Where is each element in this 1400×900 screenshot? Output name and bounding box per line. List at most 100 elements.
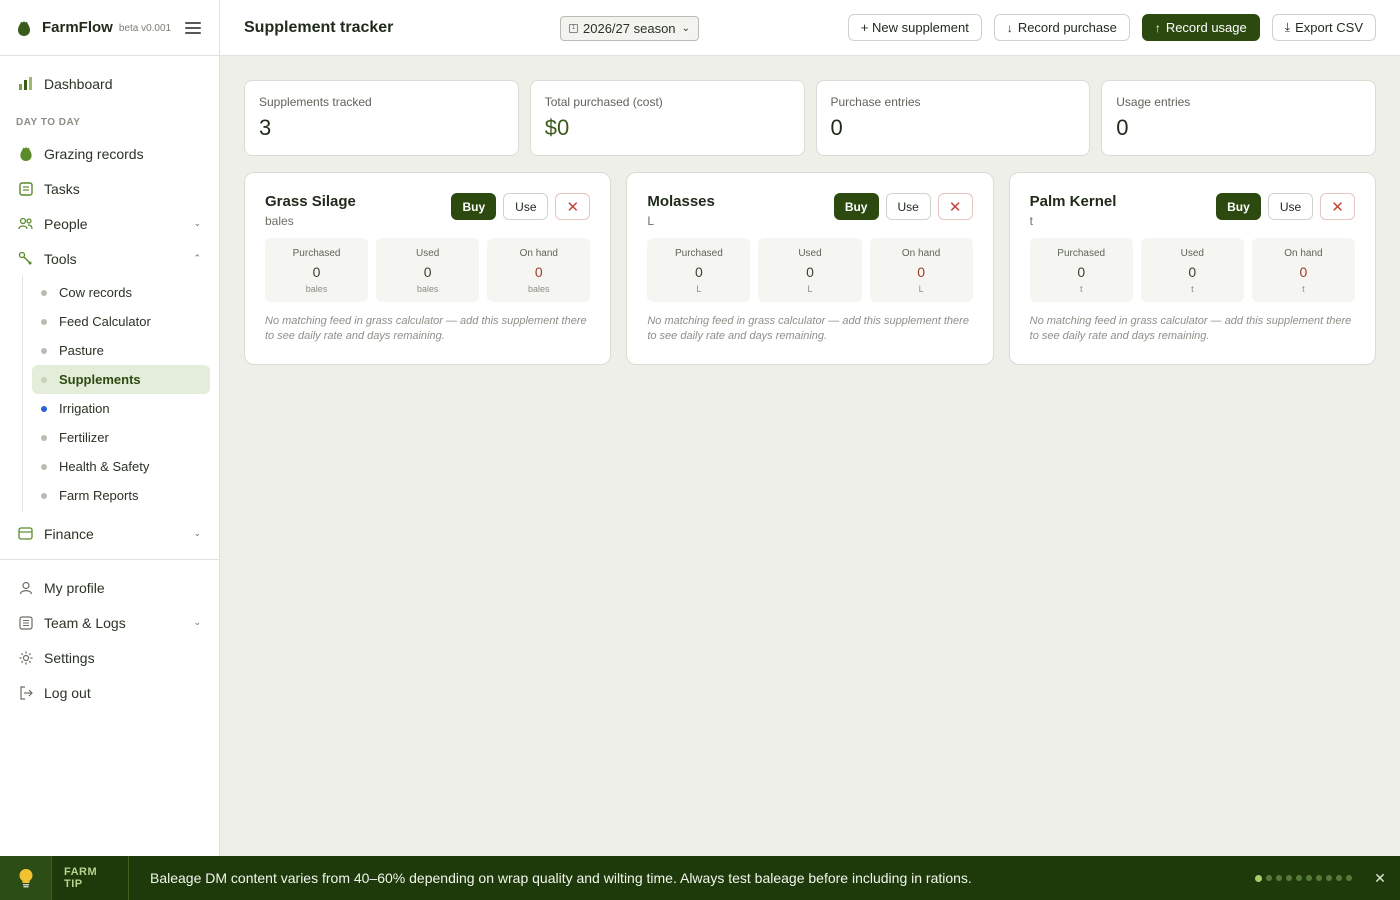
supplement-metrics: Purchased 0 L Used 0 L On hand 0 L — [647, 238, 973, 302]
buy-button[interactable]: Buy — [1215, 193, 1261, 220]
metric-on-hand: On hand 0 t — [1251, 238, 1355, 302]
logs-icon — [18, 615, 33, 630]
bullet-icon — [41, 463, 47, 470]
metric-on-hand: On hand 0 L — [869, 238, 973, 302]
buy-button[interactable]: Buy — [451, 193, 497, 220]
metric-used: Used 0 bales — [376, 238, 480, 302]
gear-icon — [18, 650, 33, 665]
sidebar-item-health-safety[interactable]: Health & Safety — [32, 452, 210, 481]
sidebar-item-label: Farm Reports — [59, 488, 139, 503]
metric-unit: L — [918, 284, 924, 294]
metric-value: 0 — [917, 264, 925, 280]
tip-dot[interactable] — [1296, 875, 1302, 881]
use-button[interactable]: Use — [885, 193, 931, 220]
metric-label: On hand — [519, 248, 558, 259]
sidebar-item-label: Tools — [44, 250, 77, 267]
sidebar-nav: Dashboard DAY TO DAY Grazing records Tas… — [0, 66, 219, 710]
stat-label: Supplements tracked — [259, 95, 372, 109]
sidebar-item-fertilizer[interactable]: Fertilizer — [32, 423, 210, 452]
tip-dot[interactable] — [1326, 875, 1332, 881]
sidebar-item-supplements[interactable]: Supplements — [32, 365, 210, 394]
metric-on-hand: On hand 0 bales — [487, 238, 591, 302]
sidebar-item-finance[interactable]: Finance ⌄ — [0, 516, 219, 551]
metric-unit: bales — [416, 284, 439, 294]
bullet-icon — [41, 405, 47, 412]
bullet-icon — [41, 434, 47, 441]
tasks-icon — [18, 181, 33, 196]
metric-unit: bales — [305, 284, 328, 294]
sidebar-item-cow-records[interactable]: Cow records — [32, 278, 210, 307]
sidebar-item-settings[interactable]: Settings — [0, 640, 219, 675]
sidebar-item-tasks[interactable]: Tasks — [0, 171, 219, 206]
tip-dot-active[interactable] — [1255, 874, 1262, 882]
bullet-icon — [41, 318, 47, 325]
tip-dot[interactable] — [1336, 875, 1342, 881]
tip-dot[interactable] — [1266, 875, 1272, 881]
delete-button[interactable]: ✕ — [1319, 193, 1355, 220]
sidebar-item-label: Dashboard — [44, 75, 113, 92]
chevron-down-icon: ⌄ — [681, 23, 690, 34]
sidebar-item-label: Finance — [44, 525, 94, 542]
people-icon — [18, 216, 33, 231]
metric-label: Used — [798, 248, 822, 259]
season-select[interactable]: 1 2026/27 season ⌄ — [560, 16, 699, 41]
use-button[interactable]: Use — [1267, 193, 1313, 220]
stat-total-purchased: Total purchased (cost) $0 — [529, 80, 805, 156]
sidebar-item-pasture[interactable]: Pasture — [32, 336, 210, 365]
tip-dot[interactable] — [1346, 875, 1352, 881]
menu-toggle-icon[interactable] — [185, 21, 201, 34]
record-purchase-button[interactable]: ↓ Record purchase — [993, 14, 1130, 41]
sidebar-item-profile[interactable]: My profile — [0, 570, 219, 605]
farmflow-logo-icon — [18, 19, 30, 36]
metric-purchased: Purchased 0 L — [647, 238, 751, 302]
sidebar-item-feed-calculator[interactable]: Feed Calculator — [32, 307, 210, 336]
sidebar-item-people[interactable]: People ⌄ — [0, 206, 219, 241]
bar-chart-icon — [18, 76, 33, 91]
card-actions: Buy Use ✕ — [1215, 193, 1355, 220]
supplement-card-molasses: Molasses L Buy Use ✕ Purchased 0 L Used … — [626, 172, 994, 365]
stat-label: Purchase entries — [830, 95, 921, 109]
metric-unit: L — [807, 284, 813, 294]
sidebar-item-logout[interactable]: Log out — [0, 675, 219, 710]
delete-button[interactable]: ✕ — [937, 193, 973, 220]
sidebar-item-grazing[interactable]: Grazing records — [0, 136, 219, 171]
tip-dot[interactable] — [1306, 875, 1312, 881]
tip-dot[interactable] — [1276, 875, 1282, 881]
sidebar-item-label: People — [44, 215, 88, 232]
sidebar-item-label: Log out — [44, 684, 91, 701]
sidebar-item-label: My profile — [44, 579, 105, 596]
brand-header: FarmFlow beta v0.001 — [0, 0, 219, 56]
tip-dot[interactable] — [1316, 875, 1322, 881]
sidebar-item-label: Fertilizer — [59, 430, 109, 445]
close-icon[interactable]: ✕ — [1360, 870, 1400, 887]
metric-unit: L — [696, 284, 702, 294]
metric-label: On hand — [1284, 248, 1323, 259]
sidebar-item-dashboard[interactable]: Dashboard — [0, 66, 219, 101]
chevron-down-icon: ⌄ — [193, 617, 201, 627]
delete-button[interactable]: ✕ — [555, 193, 591, 220]
tip-dot[interactable] — [1286, 875, 1292, 881]
record-usage-button[interactable]: ↑ Record usage — [1141, 14, 1260, 41]
supplement-card-grass-silage: Grass Silage bales Buy Use ✕ Purchased 0… — [244, 172, 612, 365]
new-supplement-button[interactable]: + New supplement — [847, 14, 982, 41]
use-button[interactable]: Use — [503, 193, 549, 220]
logout-icon — [18, 685, 33, 700]
sidebar-item-team-logs[interactable]: Team & Logs ⌄ — [0, 605, 219, 640]
stat-label: Total purchased (cost) — [544, 95, 663, 109]
metric-unit: t — [1191, 284, 1194, 294]
sidebar-item-tools[interactable]: Tools ⌃ — [0, 241, 219, 276]
metric-value: 0 — [1188, 264, 1197, 280]
metric-value: 0 — [1299, 264, 1308, 280]
sidebar: FarmFlow beta v0.001 Dashboard DAY TO DA… — [0, 0, 220, 856]
export-csv-button[interactable]: ⤓ Export CSV — [1271, 14, 1376, 41]
calendar-icon: 1 — [569, 24, 578, 33]
buy-button[interactable]: Buy — [833, 193, 879, 220]
record-usage-label: Record usage — [1165, 20, 1247, 35]
farm-tip-bar: FARM TIP Baleage DM content varies from … — [0, 856, 1400, 900]
sidebar-item-farm-reports[interactable]: Farm Reports — [32, 481, 210, 510]
sidebar-item-irrigation[interactable]: Irrigation — [32, 394, 210, 423]
supplement-note: No matching feed in grass calculator — a… — [265, 315, 587, 342]
tools-icon — [18, 251, 33, 266]
metric-label: Purchased — [1057, 248, 1106, 259]
metric-label: On hand — [901, 248, 941, 259]
